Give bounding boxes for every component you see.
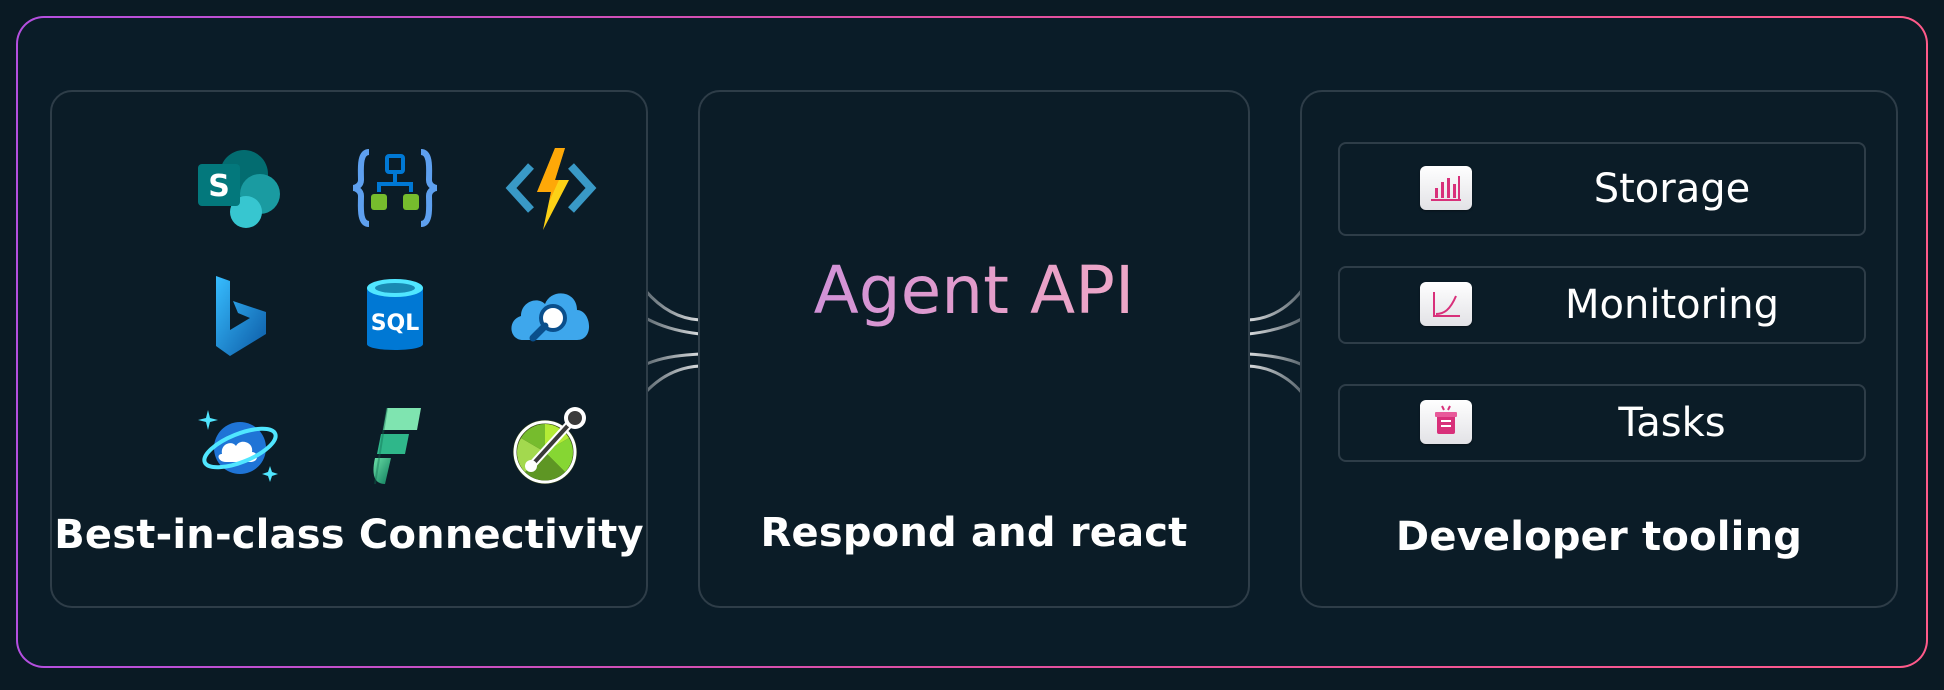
connectivity-panel: S SQL Best-in-class Connectivity xyxy=(50,90,648,608)
cognitive-search-icon xyxy=(503,268,599,364)
fabric-icon xyxy=(347,396,443,492)
sql-database-icon: SQL xyxy=(347,268,443,364)
developer-tooling-caption: Developer tooling xyxy=(1395,514,1803,560)
cosmos-db-icon xyxy=(192,396,288,492)
azure-functions-icon xyxy=(503,140,599,236)
respond-react-caption: Respond and react xyxy=(760,510,1188,556)
bing-icon xyxy=(192,268,288,364)
tasks-label: Tasks xyxy=(1618,400,1726,446)
storage-chart-icon xyxy=(1420,166,1472,210)
tool-row-storage: Storage xyxy=(1338,142,1866,236)
agent-api-title: Agent API xyxy=(700,252,1248,329)
agent-api-panel: Agent API Respond and react xyxy=(698,90,1250,608)
storage-label: Storage xyxy=(1593,166,1751,212)
connectivity-caption: Best-in-class Connectivity xyxy=(54,512,644,558)
connector-icon-grid: S SQL xyxy=(140,134,597,485)
svg-text:S: S xyxy=(208,169,230,204)
tasks-icon xyxy=(1420,400,1472,444)
api-management-icon xyxy=(503,396,599,492)
tool-row-tasks: Tasks xyxy=(1338,384,1866,462)
svg-text:SQL: SQL xyxy=(371,311,420,336)
developer-tooling-panel: Storage Monitoring Tasks Developer tooli… xyxy=(1300,90,1898,608)
logic-apps-icon xyxy=(347,140,443,236)
sharepoint-icon: S xyxy=(192,140,288,236)
monitoring-graph-icon xyxy=(1420,282,1472,326)
tool-row-monitoring: Monitoring xyxy=(1338,266,1866,344)
monitoring-label: Monitoring xyxy=(1565,282,1779,328)
